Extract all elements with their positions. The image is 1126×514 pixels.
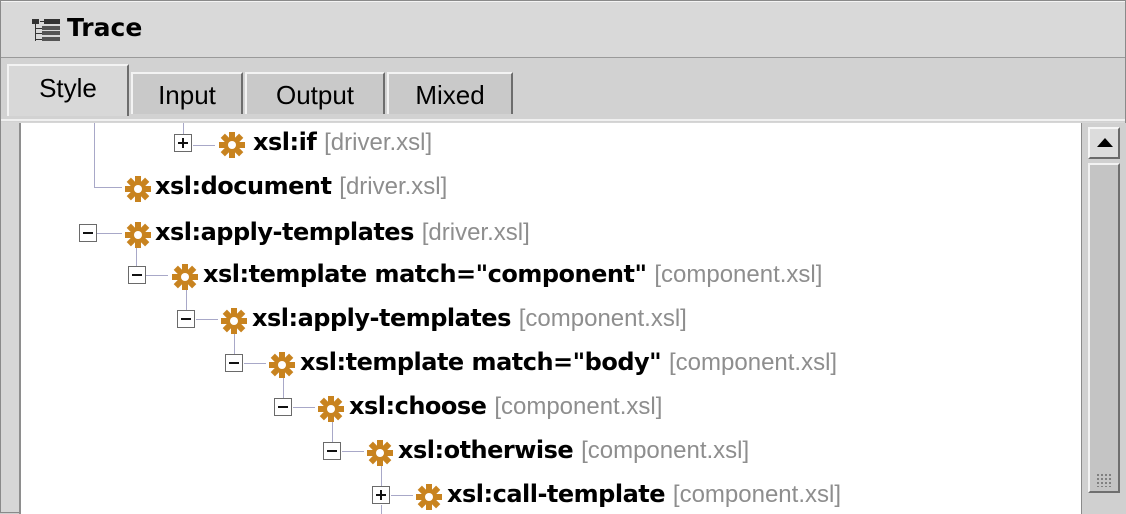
- trace-tree-icon: [32, 19, 60, 41]
- collapse-icon[interactable]: [225, 354, 243, 372]
- node-label: xsl:template match="body" [component.xsl…: [300, 348, 838, 376]
- gear-icon: [416, 484, 442, 510]
- node-label: xsl:document [driver.xsl]: [155, 172, 448, 200]
- gear-icon: [125, 222, 151, 248]
- collapse-icon[interactable]: [177, 310, 195, 328]
- node-source-file: [driver.xsl]: [339, 173, 448, 200]
- node-label: xsl:if [driver.xsl]: [253, 128, 433, 156]
- gear-icon: [125, 176, 151, 202]
- vertical-scrollbar[interactable]: [1081, 123, 1126, 514]
- trace-panel: Trace Style Input Output Mixed xsl:if [d…: [0, 0, 1126, 514]
- tab-output[interactable]: Output: [245, 72, 385, 114]
- node-source-file: [driver.xsl]: [421, 219, 530, 246]
- node-source-file: [component.xsl]: [494, 393, 663, 420]
- node-label: xsl:template match="component" [componen…: [203, 260, 823, 288]
- node-label: xsl:apply-templates [component.xsl]: [252, 304, 687, 332]
- tab-style[interactable]: Style: [7, 64, 129, 116]
- node-label: xsl:choose [component.xsl]: [349, 392, 663, 420]
- panel-title-bar: Trace: [1, 1, 1125, 58]
- gear-icon: [318, 396, 344, 422]
- collapse-icon[interactable]: [79, 224, 97, 242]
- node-source-file: [component.xsl]: [518, 305, 687, 332]
- expand-icon[interactable]: [174, 134, 192, 152]
- node-label: xsl:otherwise [component.xsl]: [398, 436, 750, 464]
- node-source-file: [component.xsl]: [581, 437, 750, 464]
- tab-bar: Style Input Output Mixed: [1, 58, 1125, 122]
- panel-title: Trace: [67, 13, 143, 42]
- node-source-file: [driver.xsl]: [324, 129, 433, 156]
- node-label: xsl:call-template [component.xsl]: [447, 480, 841, 508]
- gear-icon: [221, 308, 247, 334]
- gear-icon: [269, 352, 295, 378]
- tab-divider: [1, 119, 1125, 121]
- node-label: xsl:apply-templates [driver.xsl]: [155, 218, 530, 246]
- arrow-up-icon[interactable]: [1088, 127, 1120, 159]
- node-source-file: [component.xsl]: [654, 261, 823, 288]
- gear-icon: [367, 440, 393, 466]
- trace-tree[interactable]: xsl:if [driver.xsl] xsl:document [driver…: [19, 123, 1081, 514]
- node-source-file: [component.xsl]: [672, 481, 841, 508]
- node-source-file: [component.xsl]: [669, 349, 838, 376]
- tab-mixed[interactable]: Mixed: [387, 72, 513, 114]
- collapse-icon[interactable]: [323, 442, 341, 460]
- scrollbar-thumb[interactable]: [1088, 163, 1120, 493]
- gear-icon: [219, 132, 245, 158]
- collapse-icon[interactable]: [128, 266, 146, 284]
- grip-icon: [1096, 473, 1112, 487]
- expand-icon[interactable]: [372, 486, 390, 504]
- tab-input[interactable]: Input: [131, 72, 243, 114]
- collapse-icon[interactable]: [274, 398, 292, 416]
- gear-icon: [172, 264, 198, 290]
